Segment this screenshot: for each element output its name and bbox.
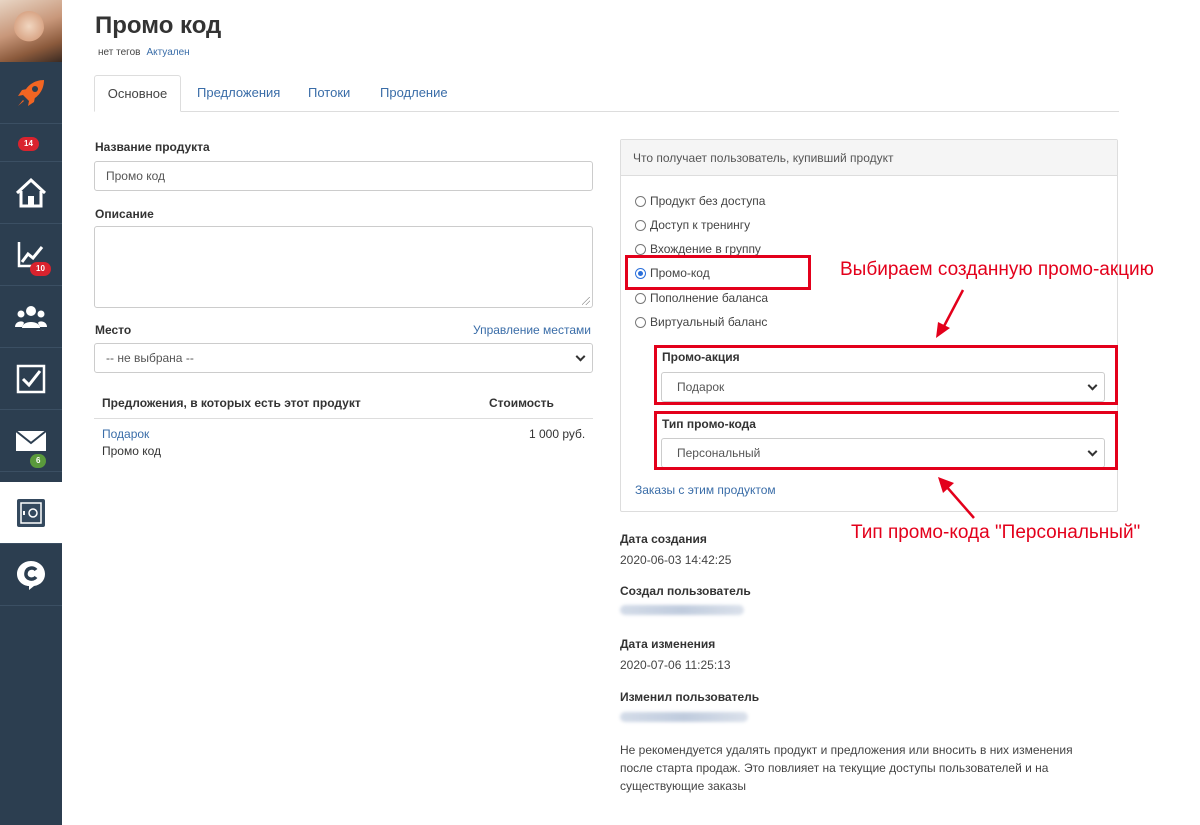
- status-link[interactable]: Актуален: [146, 47, 189, 58]
- highlight-promo-code-radio: [625, 255, 811, 290]
- modified-date-value: 2020-07-06 11:25:13: [620, 658, 731, 672]
- annotation-bottom: Тип промо-кода "Персональный": [851, 522, 1141, 543]
- badge-count: 6: [30, 454, 47, 468]
- rocket-icon: [18, 79, 44, 106]
- home-icon: [15, 177, 47, 207]
- avatar[interactable]: [0, 0, 62, 62]
- creator-label: Создал пользователь: [620, 584, 751, 598]
- radio-circle[interactable]: [635, 243, 646, 255]
- radio-label: Доступ к тренингу: [650, 218, 751, 232]
- highlight-promo-type: [654, 411, 1118, 470]
- price-column-header: Стоимость: [489, 396, 554, 410]
- tab-main[interactable]: Основное: [94, 75, 181, 112]
- panel-heading: Что получает пользователь, купивший прод…: [621, 140, 1117, 176]
- chat-icon: [17, 560, 45, 590]
- annotation-top: Выбираем созданную промо-акцию: [840, 259, 1154, 280]
- modified-date-label: Дата изменения: [620, 637, 716, 651]
- arrow-up-icon: [938, 477, 975, 519]
- nav-item-tasks[interactable]: [0, 348, 62, 410]
- nav-item-mail[interactable]: 6: [0, 410, 62, 472]
- warning-note: Не рекомендуется удалять продукт и предл…: [620, 743, 1073, 793]
- offers-column-header: Предложения, в которых есть этот продукт: [102, 396, 361, 410]
- tags-line: нет тегов Актуален: [98, 47, 190, 58]
- radio-training-access[interactable]: Доступ к тренингу: [635, 217, 750, 233]
- offers-table-header: Предложения, в которых есть этот продукт…: [94, 388, 593, 419]
- manage-places-link[interactable]: Управление местами: [473, 323, 591, 337]
- tags-text: нет тегов: [98, 47, 141, 58]
- radio-circle[interactable]: [635, 316, 646, 328]
- place-select[interactable]: -- не выбрана --: [94, 343, 593, 373]
- users-icon: [15, 305, 47, 328]
- radio-circle[interactable]: [635, 219, 646, 231]
- safe-icon: [17, 498, 45, 527]
- highlight-promo-action: [654, 345, 1118, 405]
- radio-circle[interactable]: [635, 292, 646, 304]
- nav-item-products[interactable]: [0, 482, 62, 544]
- tab-offers[interactable]: Предложения: [182, 75, 295, 112]
- product-name-value: Промо код: [106, 169, 166, 183]
- place-label: Место: [95, 323, 132, 337]
- tab-renewal[interactable]: Продление: [365, 75, 463, 112]
- arrow-down-icon: [936, 289, 965, 338]
- badge-count: 14: [18, 137, 39, 151]
- resize-grip-icon[interactable]: [582, 297, 590, 305]
- chevron-down-icon: [575, 351, 586, 362]
- radio-label: Виртуальный баланс: [650, 315, 768, 329]
- radio-label: Вхождение в группу: [650, 242, 761, 256]
- description-textarea[interactable]: [94, 226, 593, 308]
- radio-virtual-balance[interactable]: Виртуальный баланс: [635, 314, 767, 330]
- product-name-input[interactable]: Промо код: [94, 161, 593, 191]
- tab-streams[interactable]: Потоки: [293, 75, 365, 112]
- created-date-label: Дата создания: [620, 532, 707, 546]
- offer-price: 1 000 руб.: [529, 427, 586, 441]
- nav-item-users[interactable]: [0, 286, 62, 348]
- nav-item-rocket[interactable]: [0, 62, 62, 124]
- badge-count: 10: [30, 262, 51, 276]
- nav-item-chat[interactable]: [0, 544, 62, 606]
- page-title: Промо код: [95, 12, 222, 39]
- modifier-name-blurred: [620, 712, 748, 722]
- description-label: Описание: [95, 207, 154, 221]
- nav-item-analytics[interactable]: 10: [0, 224, 62, 286]
- product-name-label: Название продукта: [95, 140, 210, 154]
- tabs-bar: Основное Предложения Потоки Продление: [94, 75, 1119, 112]
- mail-icon: [15, 429, 47, 451]
- radio-label: Пополнение баланса: [650, 291, 769, 305]
- radio-no-access[interactable]: Продукт без доступа: [635, 193, 765, 209]
- sidebar: 14 10 6: [0, 0, 62, 825]
- orders-link[interactable]: Заказы с этим продуктом: [635, 483, 776, 497]
- radio-balance-topup[interactable]: Пополнение баланса: [635, 290, 768, 306]
- nav-item-home[interactable]: [0, 162, 62, 224]
- radio-circle[interactable]: [635, 195, 646, 207]
- creator-name-blurred: [620, 605, 744, 615]
- offer-product-name: Промо код: [102, 444, 162, 458]
- nav-spacer: 14: [0, 124, 62, 162]
- modifier-label: Изменил пользователь: [620, 690, 760, 704]
- created-date-value: 2020-06-03 14:42:25: [620, 553, 732, 567]
- place-select-value: -- не выбрана --: [106, 351, 194, 365]
- radio-label: Продукт без доступа: [650, 194, 766, 208]
- checkbox-icon: [16, 364, 46, 393]
- offer-link[interactable]: Подарок: [102, 427, 149, 441]
